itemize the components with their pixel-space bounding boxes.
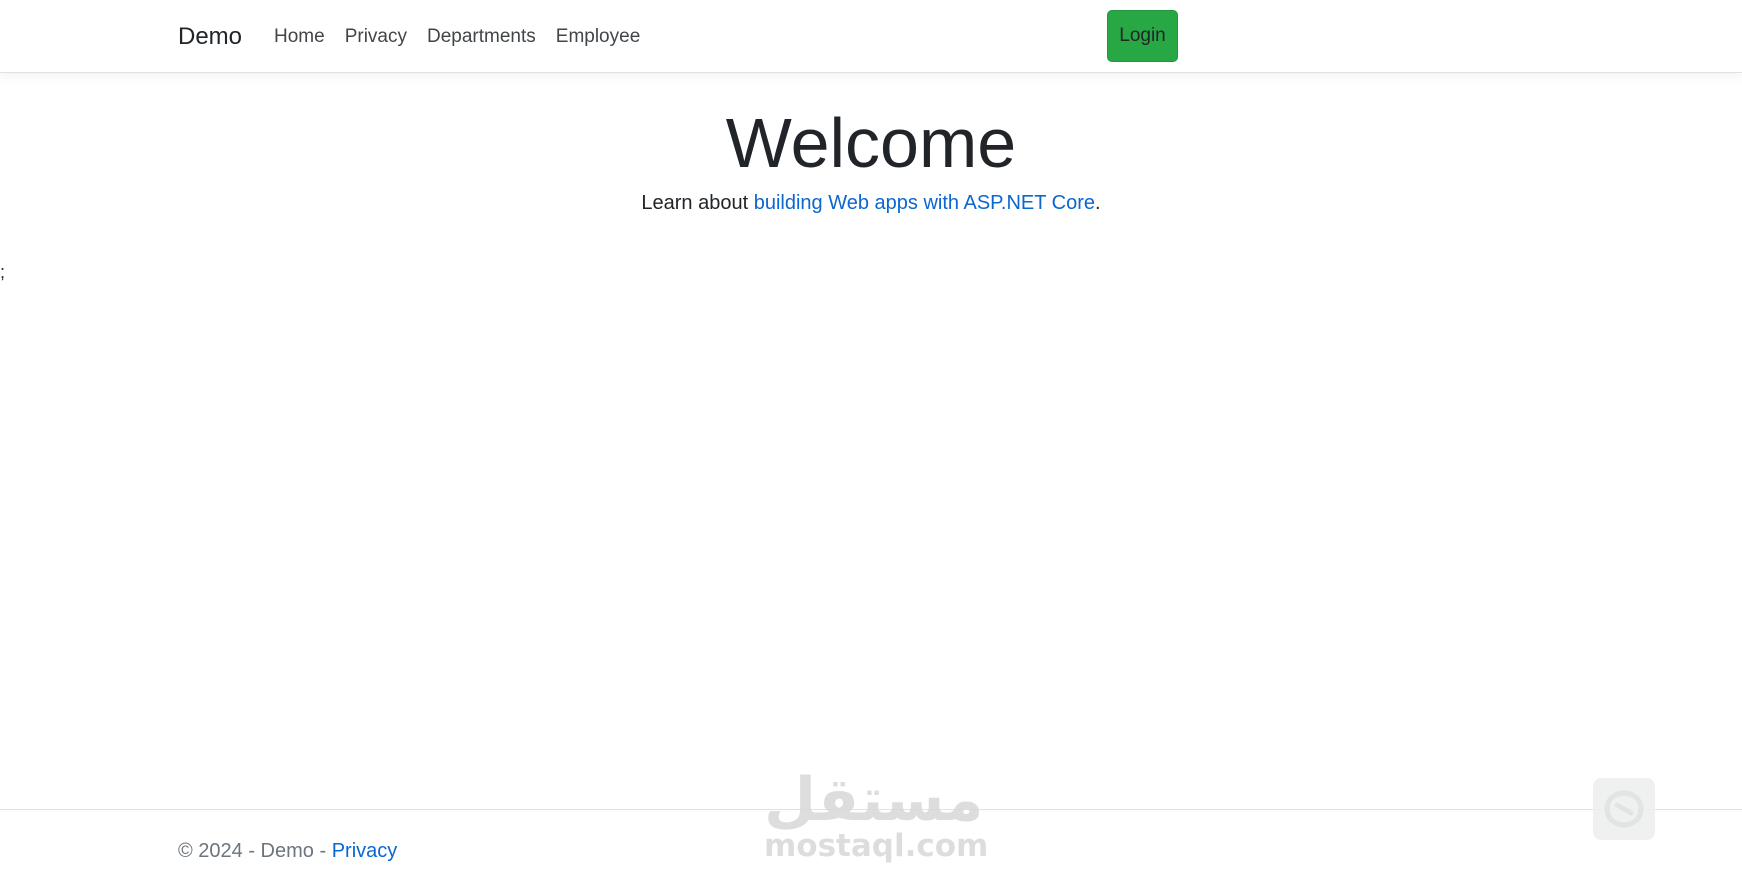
watermark-logo-icon <box>1593 778 1655 840</box>
navbar: Demo Home Privacy Departments Employee L… <box>0 0 1742 73</box>
footer-copyright: © 2024 - Demo - <box>178 840 332 862</box>
nav-link-privacy[interactable]: Privacy <box>335 25 417 49</box>
brand-link[interactable]: Demo <box>178 22 242 52</box>
learn-paragraph: Learn about building Web apps with ASP.N… <box>0 190 1742 216</box>
learn-suffix: . <box>1095 192 1101 214</box>
stray-text: ; <box>0 262 6 282</box>
nav-link-employee[interactable]: Employee <box>546 25 651 49</box>
learn-prefix: Learn about <box>641 192 754 214</box>
footer-privacy-link[interactable]: Privacy <box>332 840 398 862</box>
aspnet-docs-link[interactable]: building Web apps with ASP.NET Core <box>754 192 1095 214</box>
footer-text: © 2024 - Demo - Privacy <box>178 838 397 864</box>
nav-link-departments[interactable]: Departments <box>417 25 546 49</box>
nav-link-home[interactable]: Home <box>274 25 335 49</box>
footer: © 2024 - Demo - Privacy <box>0 809 1742 886</box>
login-button[interactable]: Login <box>1107 10 1178 62</box>
page-title: Welcome <box>725 104 1017 182</box>
nav-links: Home Privacy Departments Employee <box>274 25 650 49</box>
